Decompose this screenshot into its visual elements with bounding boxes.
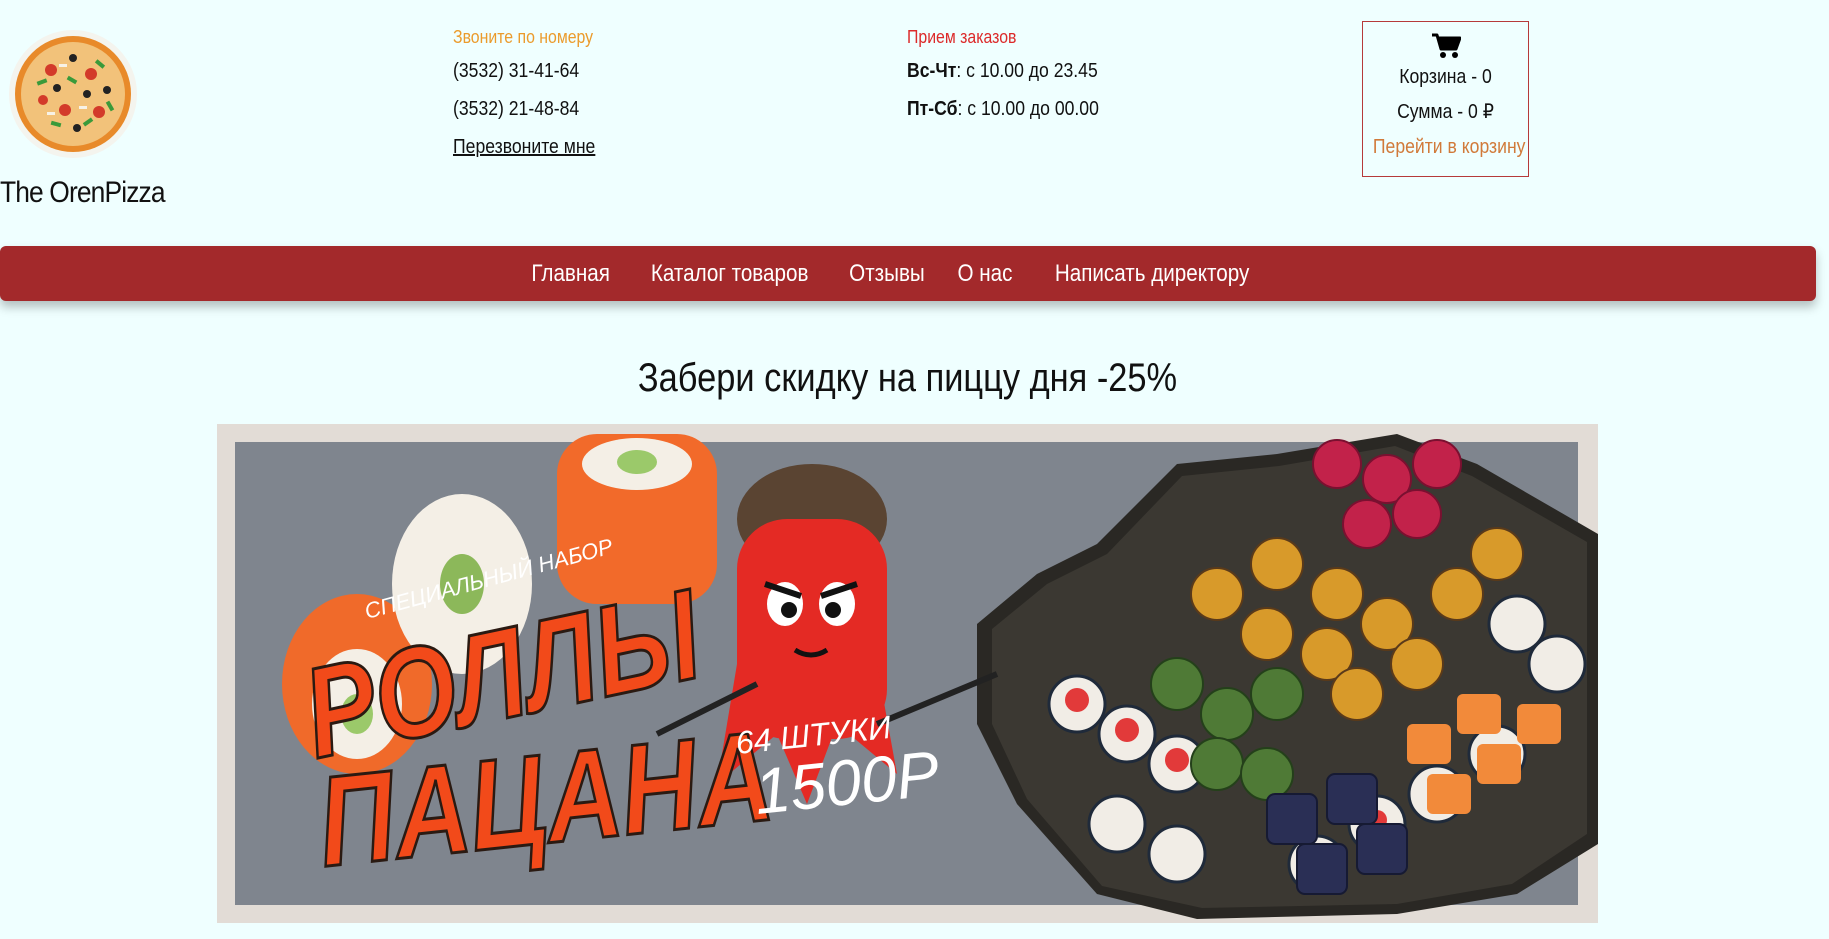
- hours-days: Вс-Чт: [907, 60, 957, 82]
- page: The OrenPizza Звоните по номеру (3532) 3…: [0, 0, 1829, 939]
- nav-item-reviews[interactable]: Отзывы: [835, 260, 940, 288]
- contacts-label: Звоните по номеру: [453, 27, 594, 47]
- hours-time: : с 10.00 до 00.00: [957, 98, 1099, 120]
- nav-item-write-director[interactable]: Написать директору: [1040, 260, 1264, 288]
- promo-banner[interactable]: СПЕЦИАЛЬНЫЙ НАБОР РОЛЛЫ ПАЦАНА 64 ШТУКИ …: [217, 424, 1598, 923]
- pizza-icon: [9, 30, 137, 158]
- brand-name: The OrenPizza: [0, 176, 166, 209]
- go-to-cart-link[interactable]: Перейти в корзину: [1373, 130, 1526, 165]
- hours-days: Пт-Сб: [907, 98, 958, 120]
- nav-item-about[interactable]: О нас: [943, 260, 1027, 288]
- promo-banner-image: СПЕЦИАЛЬНЫЙ НАБОР РОЛЛЫ ПАЦАНА 64 ШТУКИ …: [217, 424, 1598, 923]
- nav-item-catalog[interactable]: Каталог товаров: [636, 260, 823, 288]
- hours-time: : с 10.00 до 23.45: [956, 60, 1098, 82]
- shopping-cart-icon[interactable]: [1431, 32, 1461, 60]
- promo-title: Забери скидку на пиццу дня -25%: [0, 356, 1816, 401]
- hours-row: Вс-Чт: с 10.00 до 23.45: [907, 52, 1099, 90]
- cart-widget[interactable]: Корзина - 0 Сумма - 0 ₽ Перейти в корзин…: [1362, 21, 1529, 177]
- hours-label: Прием заказов: [907, 27, 1017, 47]
- contacts-block: Звоните по номеру (3532) 31-41-64 (3532)…: [453, 22, 615, 166]
- nav-items: Главная Каталог товаров Отзывы О нас Нап…: [514, 260, 1277, 288]
- hours-block: Прием заказов Вс-Чт: с 10.00 до 23.45 Пт…: [907, 22, 1125, 128]
- callback-link[interactable]: Перезвоните мне: [453, 128, 595, 166]
- hours-row: Пт-Сб: с 10.00 до 00.00: [907, 90, 1099, 128]
- promo-title-text: Забери скидку на пиццу дня -25%: [638, 356, 1178, 400]
- nav-item-home[interactable]: Главная: [516, 260, 624, 288]
- cart-count: Корзина - 0: [1399, 66, 1492, 88]
- phone-2[interactable]: (3532) 21-48-84: [453, 90, 595, 128]
- main-nav: Главная Каталог товаров Отзывы О нас Нап…: [0, 246, 1816, 301]
- cart-sum: Сумма - 0 ₽: [1397, 101, 1494, 123]
- phone-1[interactable]: (3532) 31-41-64: [453, 52, 595, 90]
